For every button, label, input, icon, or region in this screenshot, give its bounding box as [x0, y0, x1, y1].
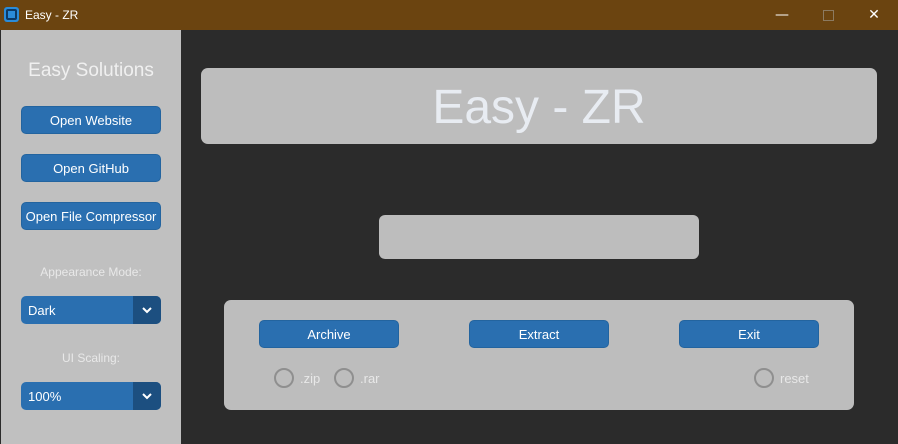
ui-scaling-value: 100%: [28, 389, 62, 404]
radio-circle-icon: [334, 368, 354, 388]
minimize-icon: —: [775, 7, 789, 23]
open-file-compressor-button[interactable]: Open File Compressor: [21, 202, 161, 230]
ui-scaling-dropdown[interactable]: 100%: [21, 382, 161, 410]
zip-radio-label: .zip: [300, 370, 321, 386]
appearance-mode-label: Appearance Mode:: [40, 265, 142, 279]
appearance-dropdown-arrow[interactable]: [133, 296, 161, 324]
appearance-mode-dropdown[interactable]: Dark: [21, 296, 161, 324]
reset-radio-label: reset: [780, 370, 809, 386]
minimize-button[interactable]: —: [759, 0, 805, 30]
ui-scaling-label: UI Scaling:: [61, 351, 121, 365]
app-logo-icon: [4, 7, 19, 22]
chevron-down-icon: [142, 306, 152, 313]
chevron-down-icon: [142, 392, 152, 399]
rar-radio-label: .rar: [360, 370, 380, 386]
zip-radio[interactable]: .zip: [274, 368, 320, 388]
appearance-mode-value: Dark: [28, 303, 56, 318]
title-bar[interactable]: Easy - ZR — ✕: [0, 0, 898, 30]
close-button[interactable]: ✕: [851, 0, 897, 30]
radio-circle-icon: [274, 368, 294, 388]
maximize-icon: [822, 9, 834, 21]
open-github-button[interactable]: Open GitHub: [21, 154, 161, 182]
ui-scaling-dropdown-arrow[interactable]: [133, 382, 161, 410]
exit-button[interactable]: Exit: [679, 320, 819, 348]
app-window: Easy - ZR — ✕ Easy Solutions Open Websit…: [0, 0, 898, 444]
archive-button[interactable]: Archive: [259, 320, 399, 348]
rar-radio[interactable]: .rar: [334, 368, 380, 388]
close-icon: ✕: [868, 7, 880, 23]
sidebar-title: Easy Solutions: [28, 60, 154, 81]
action-panel: Archive Extract Exit .zip .rar reset: [224, 300, 854, 410]
open-website-button[interactable]: Open Website: [21, 106, 161, 134]
sidebar: Easy Solutions Open Website Open GitHub …: [1, 30, 181, 444]
extract-button[interactable]: Extract: [469, 320, 609, 348]
radio-circle-icon: [754, 368, 774, 388]
reset-radio[interactable]: reset: [754, 368, 809, 388]
window-title: Easy - ZR: [25, 8, 79, 22]
header-panel: Easy - ZR: [201, 68, 877, 144]
page-title: Easy - ZR: [432, 81, 646, 134]
maximize-button[interactable]: [805, 0, 851, 30]
file-path-input[interactable]: [379, 215, 699, 259]
